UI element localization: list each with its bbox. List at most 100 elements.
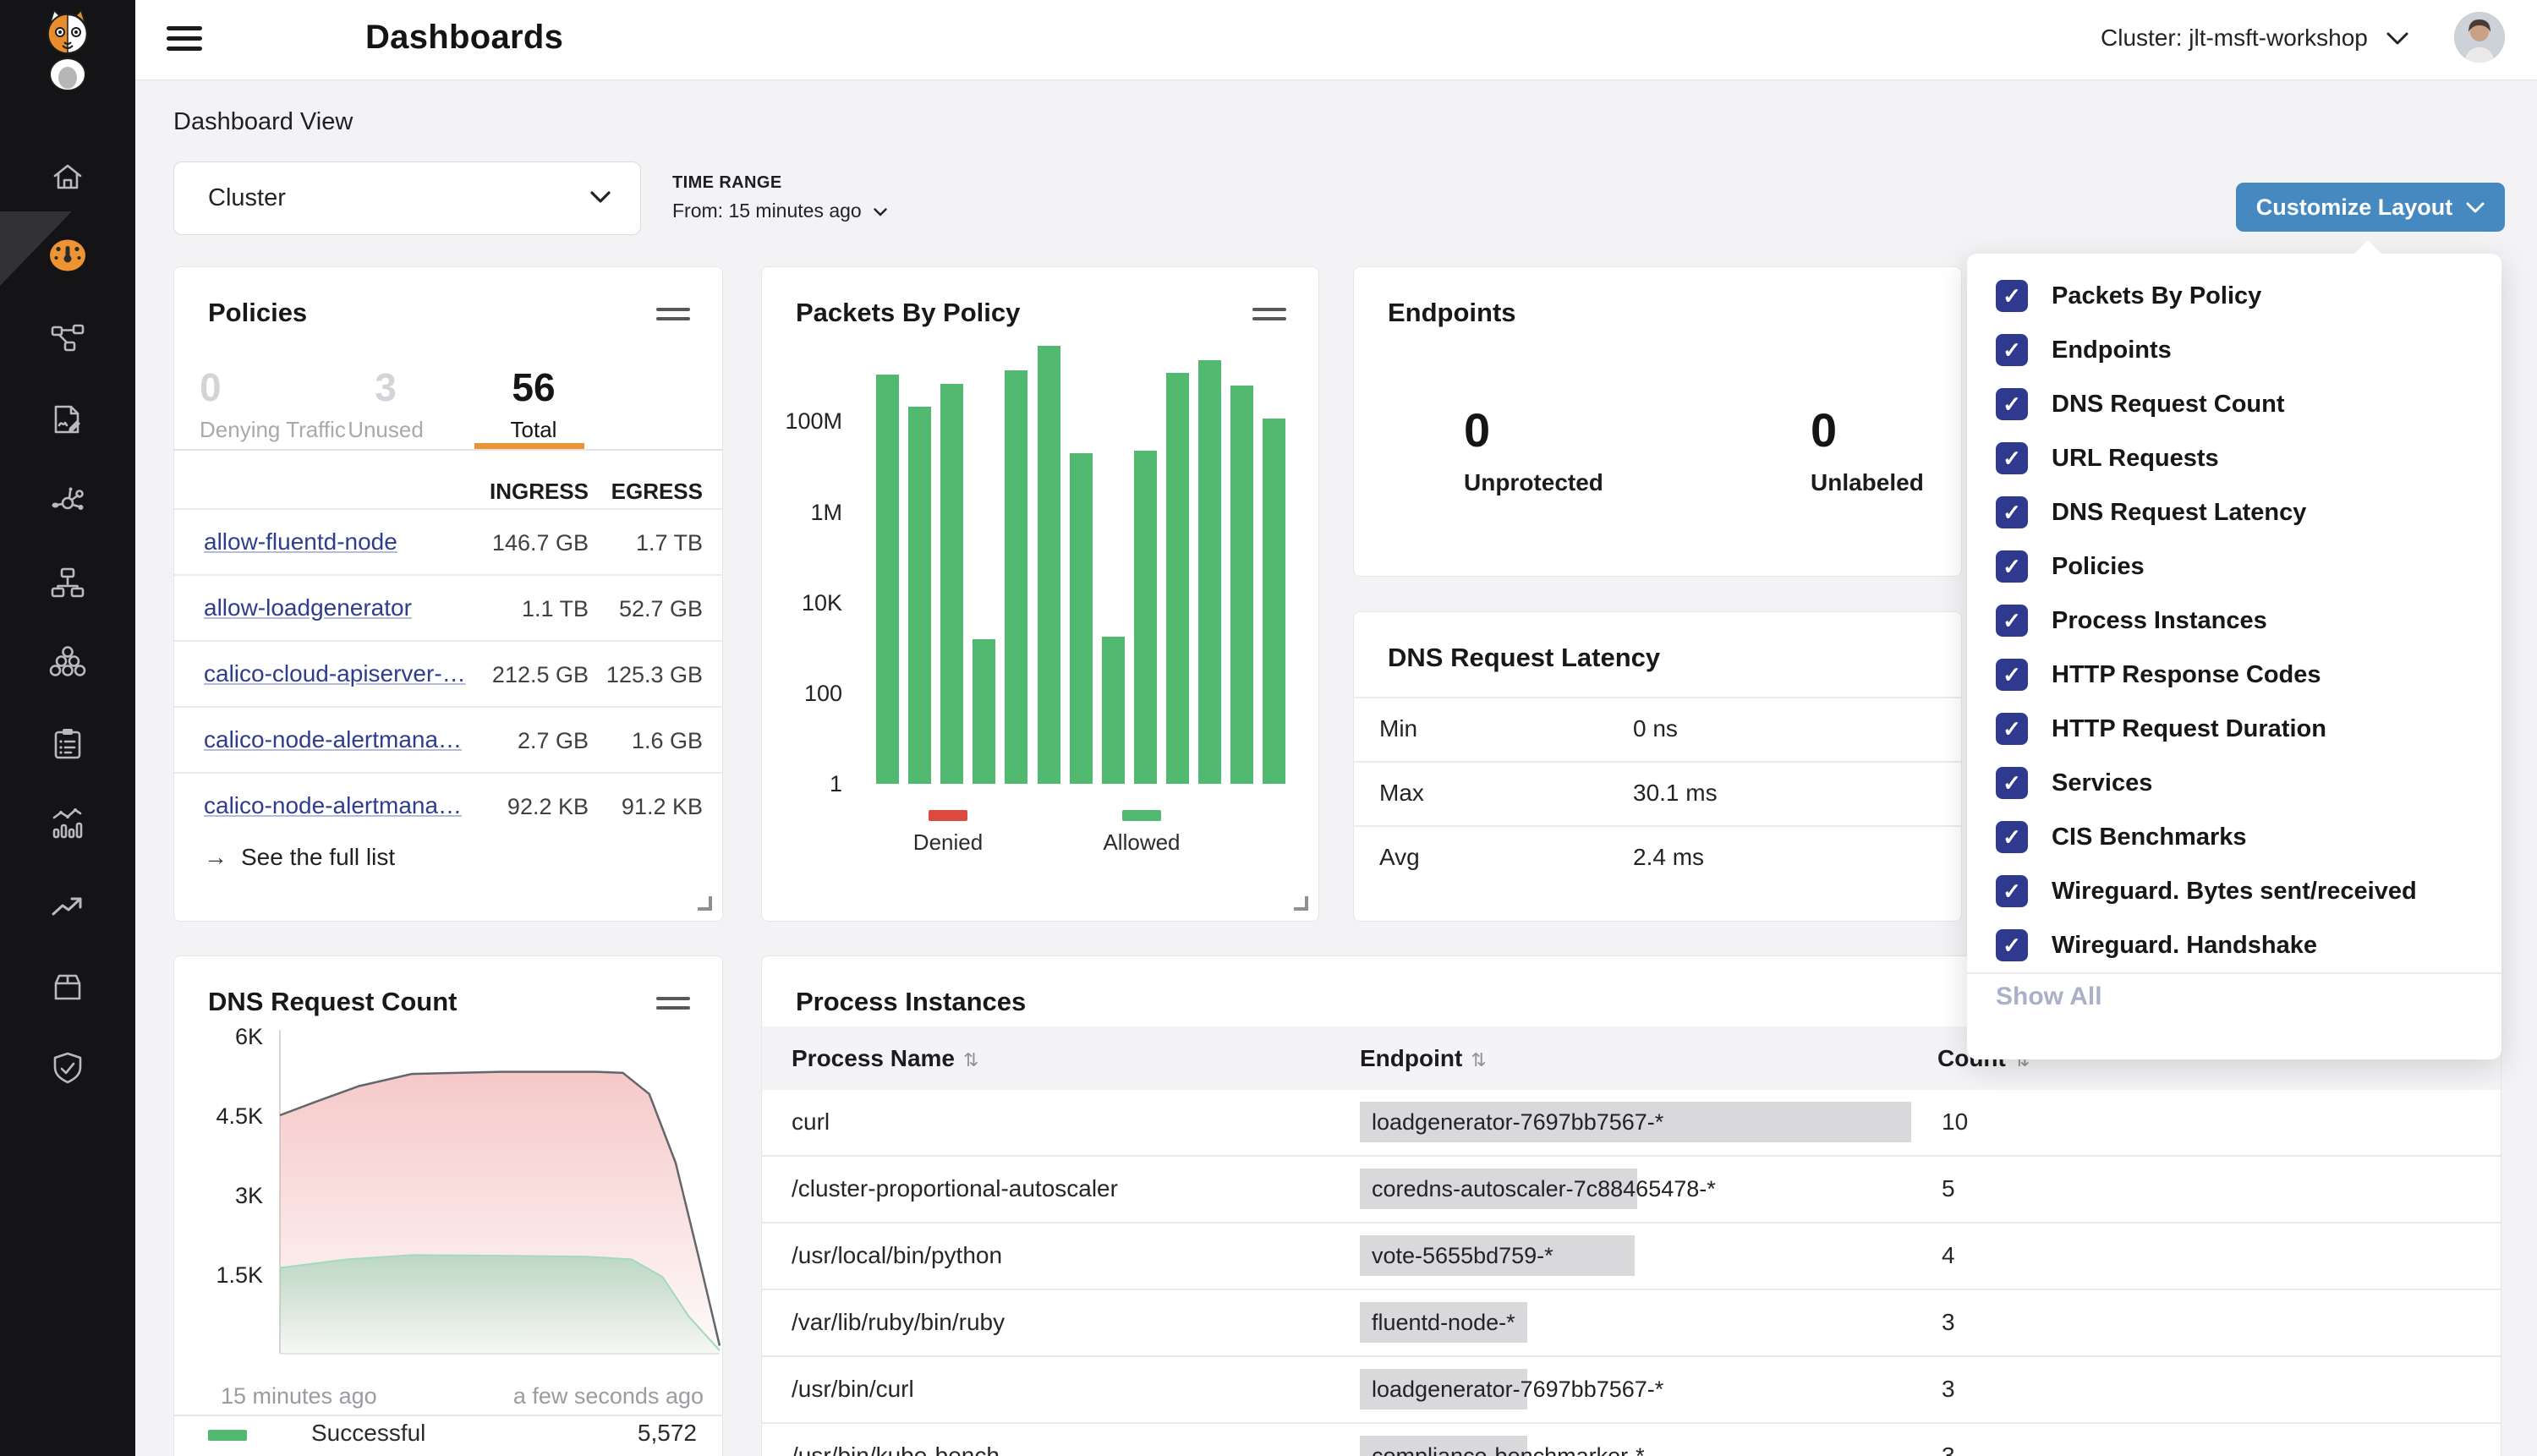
drag-handle-icon[interactable] xyxy=(656,308,690,326)
resize-handle[interactable] xyxy=(1294,896,1308,911)
policy-link[interactable]: allow-loadgenerator xyxy=(204,594,412,621)
policy-link[interactable]: calico-node-alertmana… xyxy=(204,726,462,753)
widget-toggle-item[interactable]: ✓ Process Instances xyxy=(1967,594,2501,648)
security-shield-icon[interactable] xyxy=(48,1048,87,1087)
calico-cat-logo[interactable] xyxy=(30,7,106,91)
endpoint-chip[interactable]: loadgenerator-7697bb7567-* xyxy=(1360,1369,1527,1409)
drag-handle-icon[interactable] xyxy=(656,997,690,1015)
sort-icon: ⇅ xyxy=(963,1049,978,1070)
dns-request-latency-card: DNS Request Latency Min0 ns Max30.1 ms A… xyxy=(1353,611,1962,922)
widget-toggle-item[interactable]: ✓Wireguard. Bytes sent/received xyxy=(1967,864,2501,918)
packets-bar xyxy=(1038,346,1060,784)
widget-toggle-item[interactable]: ✓HTTP Request Duration xyxy=(1967,702,2501,756)
widget-toggle-item[interactable]: ✓Services xyxy=(1967,756,2501,810)
resize-handle[interactable] xyxy=(698,896,712,911)
process-row: /usr/bin/kube-benchcompliance-benchmarke… xyxy=(762,1424,2501,1456)
see-full-list-link[interactable]: →See the full list xyxy=(204,844,395,871)
chevron-down-icon[interactable] xyxy=(2386,32,2408,46)
widget-toggle-label: DNS Request Latency xyxy=(2052,499,2306,527)
endpoint-chip[interactable]: coredns-autoscaler-7c88465478-* xyxy=(1360,1169,1637,1209)
legend-denied[interactable]: Denied xyxy=(876,810,1020,856)
checkbox-checked-icon[interactable]: ✓ xyxy=(1996,605,2028,637)
policy-link[interactable]: calico-node-alertmana… xyxy=(204,792,462,819)
checkbox-checked-icon[interactable]: ✓ xyxy=(1996,388,2028,420)
column-header-process-name[interactable]: Process Name⇅ xyxy=(792,1045,978,1072)
workloads-icon[interactable] xyxy=(48,643,87,682)
checkbox-checked-icon[interactable]: ✓ xyxy=(1996,550,2028,583)
stat-total[interactable]: 56Total xyxy=(479,364,589,443)
checkbox-checked-icon[interactable]: ✓ xyxy=(1996,767,2028,799)
policy-row: calico-node-alertmana…92.2 KB91.2 KB xyxy=(174,772,722,838)
customize-layout-button[interactable]: Customize Layout xyxy=(2236,183,2505,232)
divider xyxy=(174,1415,722,1416)
checkbox-checked-icon[interactable]: ✓ xyxy=(1996,929,2028,961)
trends-icon[interactable] xyxy=(48,886,87,925)
checkbox-checked-icon[interactable]: ✓ xyxy=(1996,496,2028,528)
column-header-ingress: INGRESS xyxy=(479,479,589,505)
widget-toggle-item[interactable]: ✓CIS Benchmarks xyxy=(1967,810,2501,864)
widget-toggle-label: Process Instances xyxy=(2052,607,2267,635)
widget-toggle-item[interactable]: ✓Wireguard. Handshake xyxy=(1967,918,2501,972)
widget-toggle-item[interactable]: ✓ DNS Request Count xyxy=(1967,377,2501,431)
legend-swatch xyxy=(208,1430,247,1441)
widget-toggle-label: DNS Request Count xyxy=(2052,391,2285,419)
packages-icon[interactable] xyxy=(48,967,87,1006)
packets-bar xyxy=(1230,386,1253,784)
tree-hierarchy-icon[interactable] xyxy=(48,563,87,602)
service-graph-icon[interactable] xyxy=(48,400,87,439)
checkbox-checked-icon[interactable]: ✓ xyxy=(1996,875,2028,907)
dashboards-gauge-icon[interactable] xyxy=(48,236,87,275)
checkbox-checked-icon[interactable]: ✓ xyxy=(1996,280,2028,312)
policy-egress-value: 125.3 GB xyxy=(593,662,703,688)
checkbox-checked-icon[interactable]: ✓ xyxy=(1996,713,2028,745)
avatar-image xyxy=(2454,12,2505,63)
process-name: /cluster-proportional-autoscaler xyxy=(792,1175,1118,1202)
compliance-clipboard-icon[interactable] xyxy=(48,725,87,764)
chevron-down-icon xyxy=(2466,202,2485,213)
analytics-icon[interactable] xyxy=(48,806,87,845)
time-range-value[interactable]: From: 15 minutes ago xyxy=(672,200,887,222)
divider xyxy=(1967,972,2501,974)
packets-bar xyxy=(1134,451,1157,784)
connections-icon[interactable] xyxy=(48,482,87,521)
view-selector-value: Cluster xyxy=(208,184,286,212)
drag-handle-icon[interactable] xyxy=(1252,308,1286,326)
widget-toggle-item[interactable]: ✓Packets By Policy xyxy=(1967,269,2501,323)
legend-swatch xyxy=(1122,810,1161,821)
column-header-endpoint[interactable]: Endpoint⇅ xyxy=(1360,1045,1487,1072)
time-range-label: TIME RANGE xyxy=(672,173,782,193)
policy-link[interactable]: allow-fluentd-node xyxy=(204,528,397,556)
legend-allowed[interactable]: Allowed xyxy=(1070,810,1214,856)
legend-label: Successful xyxy=(311,1420,425,1447)
show-all-link[interactable]: Show All xyxy=(1996,983,2102,1011)
stat-unused[interactable]: 3Unused xyxy=(331,364,441,443)
checkbox-checked-icon[interactable]: ✓ xyxy=(1996,442,2028,474)
y-tick: 100M xyxy=(762,407,842,435)
widget-toggle-item[interactable]: ✓ Policies xyxy=(1967,539,2501,594)
widget-toggle-item[interactable]: ✓HTTP Response Codes xyxy=(1967,648,2501,702)
checkbox-checked-icon[interactable]: ✓ xyxy=(1996,659,2028,691)
checkbox-checked-icon[interactable]: ✓ xyxy=(1996,821,2028,853)
packets-bar xyxy=(1263,419,1285,784)
dropdown-caret xyxy=(2353,240,2382,269)
policy-ingress-value: 92.2 KB xyxy=(479,794,589,820)
legend-swatch xyxy=(929,810,967,821)
home-icon[interactable] xyxy=(48,158,87,197)
y-tick: 3K xyxy=(178,1183,263,1209)
policy-link[interactable]: calico-cloud-apiserver-… xyxy=(204,660,466,687)
hamburger-menu-icon[interactable] xyxy=(167,26,202,51)
widget-toggle-label: Policies xyxy=(2052,553,2145,581)
network-topology-icon[interactable] xyxy=(48,319,87,358)
sort-icon: ⇅ xyxy=(1471,1049,1486,1070)
widget-toggle-item[interactable]: ✓ DNS Request Latency xyxy=(1967,485,2501,539)
checkbox-checked-icon[interactable]: ✓ xyxy=(1996,334,2028,366)
widget-toggle-item[interactable]: ✓URL Requests xyxy=(1967,431,2501,485)
view-selector[interactable]: Cluster xyxy=(173,161,641,235)
cluster-selector[interactable]: Cluster: jlt-msft-workshop xyxy=(2101,25,2368,52)
user-avatar[interactable] xyxy=(2454,12,2505,63)
widget-toggle-item[interactable]: ✓Endpoints xyxy=(1967,323,2501,377)
endpoint-chip[interactable]: compliance-benchmarker-* xyxy=(1360,1436,1527,1456)
endpoint-chip[interactable]: vote-5655bd759-* xyxy=(1360,1235,1635,1276)
endpoint-chip[interactable]: loadgenerator-7697bb7567-* xyxy=(1360,1102,1911,1142)
endpoint-chip[interactable]: fluentd-node-* xyxy=(1360,1302,1527,1343)
